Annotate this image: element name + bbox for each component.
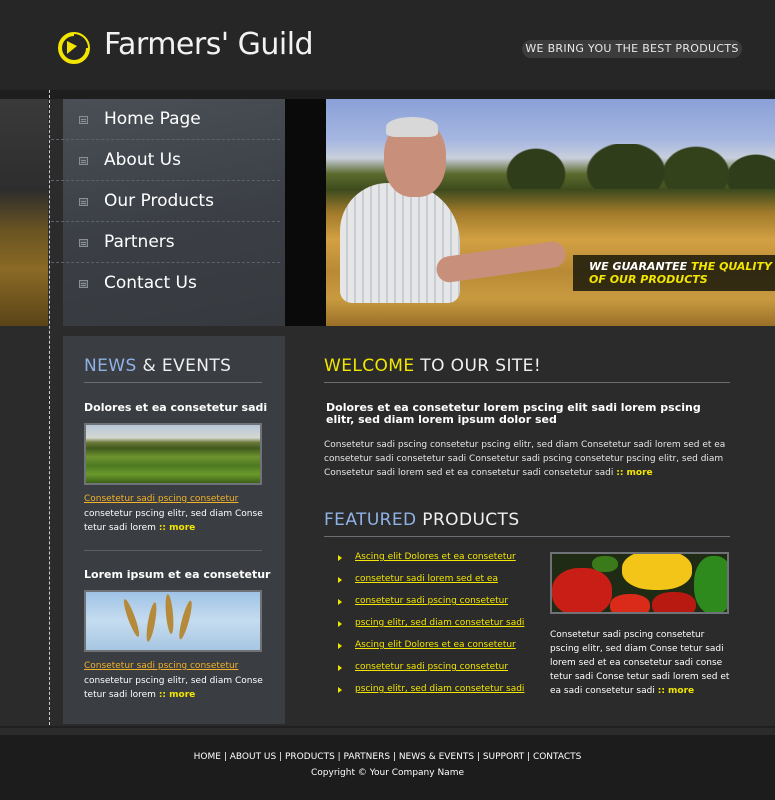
nav-label: Home Page bbox=[104, 109, 201, 129]
list-item: consetetur sadi pscing consetetur bbox=[338, 596, 538, 618]
dashed-divider bbox=[49, 90, 50, 725]
nav-label: Our Products bbox=[104, 191, 214, 211]
news-item-link[interactable]: Consetetur sadi pscing consetetur bbox=[84, 661, 238, 671]
farmer-hair bbox=[386, 117, 438, 137]
banner-black-strip bbox=[285, 99, 326, 326]
list-item: consetetur sadi lorem sed et ea bbox=[338, 574, 538, 596]
news-events-panel: NEWS & EVENTS Dolores et ea consetetur s… bbox=[63, 336, 285, 724]
more-link[interactable]: :: more bbox=[159, 690, 195, 700]
nav-item-about[interactable]: About Us bbox=[51, 140, 280, 181]
news-item-body: consetetur pscing elitr, sed diam Conse … bbox=[84, 507, 264, 535]
site-logo-text[interactable]: Farmers' Guild bbox=[104, 27, 314, 62]
list-item: pscing elitr, sed diam consetetur sadi bbox=[338, 684, 538, 706]
news-item-link[interactable]: Consetetur sadi pscing consetetur bbox=[84, 494, 238, 504]
arrow-right-icon bbox=[338, 621, 342, 627]
footer-divider bbox=[0, 726, 775, 728]
product-link[interactable]: pscing elitr, sed diam consetetur sadi bbox=[355, 684, 524, 694]
footer-link-about[interactable]: ABOUT US bbox=[230, 752, 277, 762]
footer-link-home[interactable]: HOME bbox=[194, 752, 221, 762]
list-bullet-icon bbox=[79, 280, 88, 288]
list-item: pscing elitr, sed diam consetetur sadi bbox=[338, 618, 538, 640]
title-rule bbox=[84, 382, 262, 383]
field-strip-image bbox=[0, 99, 48, 326]
news-item-heading: Lorem ipsum et ea consetetur bbox=[84, 568, 271, 581]
title-rule bbox=[324, 382, 730, 383]
product-link[interactable]: consetetur sadi lorem sed et ea bbox=[355, 574, 498, 584]
product-link[interactable]: consetetur sadi pscing consetetur bbox=[355, 596, 508, 606]
footer-nav: HOME | ABOUT US | PRODUCTS | PARTNERS | … bbox=[193, 752, 582, 762]
nav-label: About Us bbox=[104, 150, 181, 170]
logo-icon[interactable] bbox=[58, 32, 90, 64]
nav-item-home[interactable]: Home Page bbox=[51, 99, 280, 140]
list-bullet-icon bbox=[79, 116, 88, 124]
news-title-rest: & EVENTS bbox=[136, 356, 232, 376]
welcome-body-text: Consetetur sadi pscing consetetur pscing… bbox=[324, 440, 726, 478]
guarantee-text: WE GUARANTEE THE QUALITY OF OUR PRODUCTS bbox=[589, 260, 772, 286]
list-item: Ascing elit Dolores et ea consetetur bbox=[338, 552, 538, 574]
news-item-heading: Dolores et ea consetetur sadi bbox=[84, 401, 268, 414]
news-item-body: consetetur pscing elitr, sed diam Conse … bbox=[84, 674, 264, 702]
copyright-text: Copyright © Your Company Name bbox=[311, 768, 464, 778]
featured-title-highlight: FEATURED bbox=[324, 510, 417, 530]
product-link[interactable]: consetetur sadi pscing consetetur bbox=[355, 662, 508, 672]
welcome-intro-bold: Dolores et ea consetetur lorem pscing el… bbox=[326, 401, 701, 426]
arrow-right-icon bbox=[338, 643, 342, 649]
arrow-right-icon bbox=[338, 555, 342, 561]
product-link[interactable]: Ascing elit Dolores et ea consetetur bbox=[355, 640, 516, 650]
guarantee-text-white: WE GUARANTEE bbox=[589, 260, 692, 273]
nav-item-products[interactable]: Our Products bbox=[51, 181, 280, 222]
footer: HOME | ABOUT US | PRODUCTS | PARTNERS | … bbox=[0, 735, 775, 800]
featured-title: FEATURED PRODUCTS bbox=[324, 510, 520, 530]
product-link[interactable]: pscing elitr, sed diam consetetur sadi bbox=[355, 618, 524, 628]
list-item: Ascing elit Dolores et ea consetetur bbox=[338, 640, 538, 662]
news-title: NEWS & EVENTS bbox=[84, 356, 231, 376]
arrow-right-icon bbox=[338, 577, 342, 583]
featured-description-text: Consetetur sadi pscing consetetur pscing… bbox=[550, 630, 730, 696]
product-link[interactable]: Ascing elit Dolores et ea consetetur bbox=[355, 552, 516, 562]
featured-product-list: Ascing elit Dolores et ea consetetur con… bbox=[338, 552, 538, 706]
news-thumb-wheat-image[interactable] bbox=[84, 590, 262, 652]
footer-link-news[interactable]: NEWS & EVENTS bbox=[399, 752, 474, 762]
arrow-right-icon bbox=[338, 665, 342, 671]
welcome-title-rest: TO OUR SITE! bbox=[414, 356, 542, 376]
welcome-title-highlight: WELCOME bbox=[324, 356, 415, 376]
guarantee-text-yellow: THE QUALITY bbox=[691, 260, 772, 273]
welcome-title: WELCOME TO OUR SITE! bbox=[324, 356, 541, 376]
arrow-right-icon bbox=[338, 599, 342, 605]
guarantee-banner: WE GUARANTEE THE QUALITY OF OUR PRODUCTS bbox=[573, 255, 775, 291]
header: Farmers' Guild WE BRING YOU THE BEST PRO… bbox=[0, 0, 775, 90]
farmer-figure bbox=[340, 183, 460, 303]
welcome-body: Consetetur sadi pscing consetetur pscing… bbox=[324, 438, 734, 480]
featured-title-rest: PRODUCTS bbox=[416, 510, 520, 530]
more-link[interactable]: :: more bbox=[658, 686, 694, 696]
more-link[interactable]: :: more bbox=[616, 468, 652, 478]
list-bullet-icon bbox=[79, 239, 88, 247]
nav-label: Contact Us bbox=[104, 273, 197, 293]
nav-item-partners[interactable]: Partners bbox=[51, 222, 280, 263]
featured-description: Consetetur sadi pscing consetetur pscing… bbox=[550, 628, 730, 698]
header-divider bbox=[0, 90, 775, 99]
nav-item-contact[interactable]: Contact Us bbox=[51, 263, 280, 304]
footer-link-partners[interactable]: PARTNERS bbox=[344, 752, 393, 762]
banner-farmer-photo: WE GUARANTEE THE QUALITY OF OUR PRODUCTS bbox=[326, 99, 775, 326]
footer-link-products[interactable]: PRODUCTS bbox=[285, 752, 335, 762]
list-item: consetetur sadi pscing consetetur bbox=[338, 662, 538, 684]
footer-link-support[interactable]: SUPPORT bbox=[483, 752, 524, 762]
title-rule bbox=[324, 536, 730, 537]
featured-peppers-image[interactable] bbox=[550, 552, 729, 614]
main-nav: Home Page About Us Our Products Partners… bbox=[51, 99, 285, 326]
news-thumb-field-image[interactable] bbox=[84, 423, 262, 485]
nav-label: Partners bbox=[104, 232, 175, 252]
tagline-badge: WE BRING YOU THE BEST PRODUCTS bbox=[522, 40, 742, 58]
guarantee-text-yellow-2: OF OUR PRODUCTS bbox=[589, 273, 708, 286]
news-divider bbox=[84, 550, 262, 551]
list-bullet-icon bbox=[79, 198, 88, 206]
news-title-highlight: NEWS bbox=[84, 356, 137, 376]
arrow-right-icon bbox=[338, 687, 342, 693]
list-bullet-icon bbox=[79, 157, 88, 165]
more-link[interactable]: :: more bbox=[159, 523, 195, 533]
footer-link-contacts[interactable]: CONTACTS bbox=[533, 752, 581, 762]
